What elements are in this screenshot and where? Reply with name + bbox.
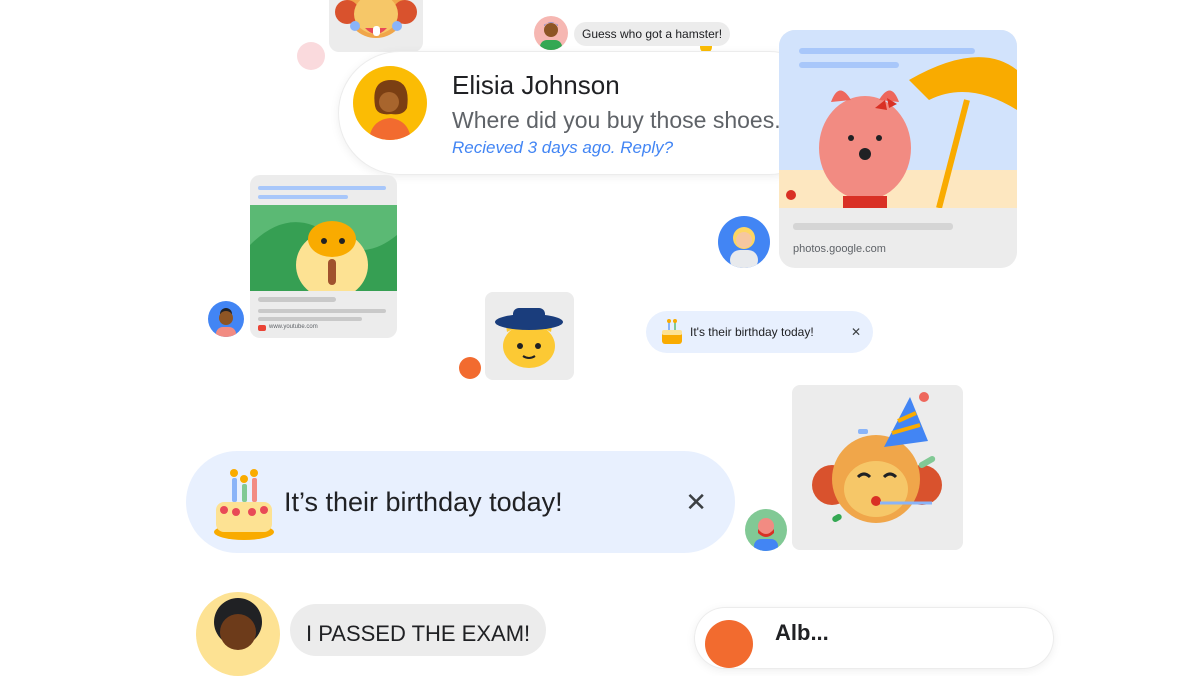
cowboy-cat-icon xyxy=(495,308,563,368)
avatar-youtube-sender[interactable] xyxy=(208,301,244,337)
cowboy-cat-sticker-card[interactable] xyxy=(485,292,574,380)
avatar-hamster-sender[interactable] xyxy=(534,16,568,50)
close-icon[interactable]: ✕ xyxy=(685,487,707,518)
link-domain: www.youtube.com xyxy=(269,324,318,330)
video-thumbnail xyxy=(250,205,397,291)
message-bubble-hamster[interactable]: Guess who got a hamster! xyxy=(574,22,731,46)
monkey-sticker-card[interactable] xyxy=(329,0,423,52)
birthday-chip-small[interactable]: It's their birthday today! ✕ xyxy=(646,311,873,353)
person-icon xyxy=(369,80,411,140)
birthday-chip-text: It’s their birthday today! xyxy=(284,486,563,517)
photos-link-card[interactable]: photos.google.com xyxy=(779,30,1017,268)
birthday-chip-large[interactable]: It’s their birthday today! ✕ xyxy=(186,451,735,553)
meta-placeholder xyxy=(258,297,336,302)
photo-preview xyxy=(779,30,1017,208)
link-title-placeholder xyxy=(793,223,953,230)
sender-avatar xyxy=(705,620,753,668)
meta-placeholder xyxy=(258,309,386,313)
birthday-cake-icon xyxy=(214,469,274,540)
sender-avatar xyxy=(353,66,427,140)
link-domain: photos.google.com xyxy=(793,243,886,255)
bubble-text: I PASSED THE EXAM! xyxy=(306,621,531,646)
avatar-photos-sender[interactable] xyxy=(718,216,770,268)
title-placeholder xyxy=(258,186,386,190)
youtube-link-card[interactable]: www.youtube.com xyxy=(250,175,397,338)
notification-card-bottom[interactable]: Alb... xyxy=(695,608,1053,668)
hamster-illustration-icon xyxy=(250,205,397,291)
person-icon xyxy=(730,227,758,268)
avatar-birthday-sender[interactable] xyxy=(745,509,787,551)
avatar-exam-sender[interactable] xyxy=(196,592,280,676)
youtube-icon xyxy=(258,325,266,331)
pink-dot xyxy=(297,42,325,70)
person-icon xyxy=(754,518,778,551)
reply-link[interactable]: Recieved 3 days ago. Reply? xyxy=(452,138,673,158)
notification-card[interactable]: Elisia Johnson Where did you buy those s… xyxy=(339,52,830,174)
birthday-cake-icon xyxy=(662,319,682,344)
meta-placeholder xyxy=(258,317,362,321)
party-monkey-icon xyxy=(812,392,942,523)
message-bubble-exam[interactable]: I PASSED THE EXAM! xyxy=(290,604,547,656)
message-preview: Where did you buy those shoes... xyxy=(452,107,794,133)
party-monkey-sticker-card[interactable] xyxy=(792,385,963,550)
person-icon xyxy=(214,598,262,650)
person-icon xyxy=(216,308,236,337)
person-icon xyxy=(540,22,562,50)
sender-name: Alb... xyxy=(775,620,829,645)
bubble-text: Guess who got a hamster! xyxy=(582,27,723,41)
close-icon[interactable]: ✕ xyxy=(851,325,861,339)
title-placeholder xyxy=(258,195,348,199)
sender-name: Elisia Johnson xyxy=(452,70,620,100)
birthday-chip-text: It's their birthday today! xyxy=(690,325,814,339)
dog-illustration-icon xyxy=(779,48,1017,208)
crying-monkey-icon xyxy=(335,0,417,38)
orange-dot xyxy=(459,357,481,379)
